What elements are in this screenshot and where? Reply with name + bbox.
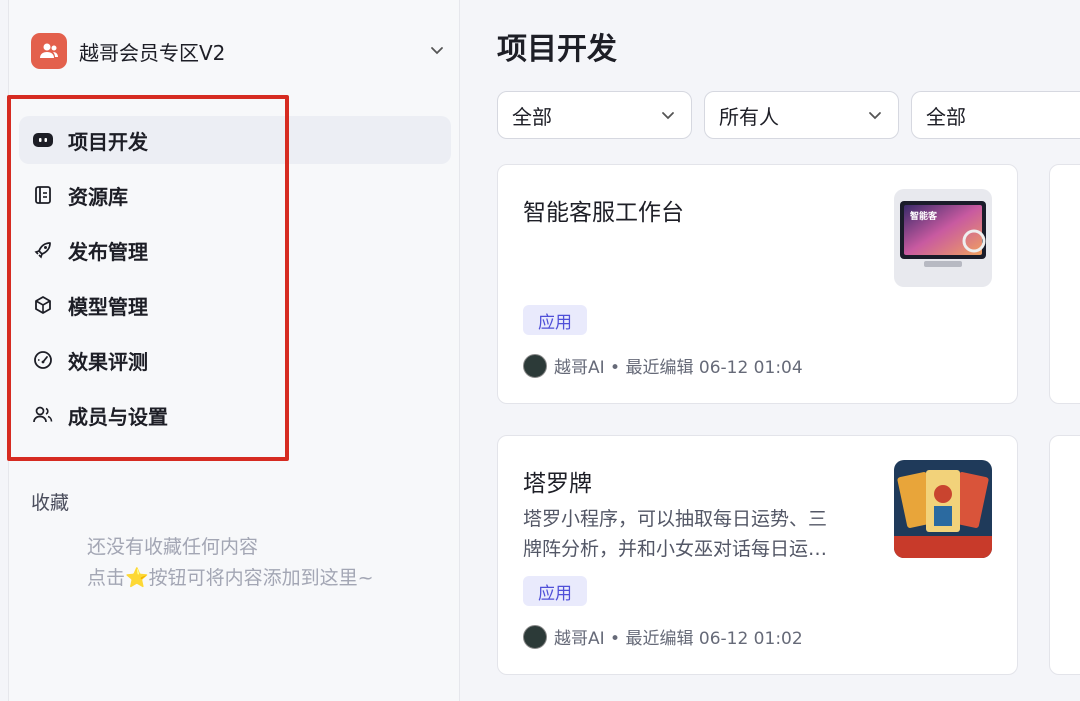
favorites-empty-state: 还没有收藏任何内容 点击⭐按钮可将内容添加到这里~ [87, 532, 374, 594]
main-content: 项目开发 全部 所有人 全部 智能客服工作台 智能客 应用 越哥AI • 最近编… [460, 0, 1080, 701]
bot-icon [31, 128, 55, 152]
favorites-title: 收藏 [31, 492, 70, 514]
avatar [523, 624, 547, 649]
card-description: 塔罗小程序，可以抽取每日运势、三 牌阵分析，并和小女巫对话每日运… [523, 504, 871, 564]
library-icon [31, 183, 55, 207]
project-card-partial[interactable] [1049, 164, 1080, 404]
type-filter[interactable]: 全部 [497, 91, 692, 139]
sidebar-item-members[interactable]: 成员与设置 [19, 391, 451, 439]
card-meta: 越哥AI • 最近编辑 06-12 01:02 [523, 624, 803, 649]
sidebar-item-label: 效果评测 [68, 349, 148, 374]
project-card-partial[interactable] [1049, 435, 1080, 675]
card-description-line: 塔罗小程序，可以抽取每日运势、三 [523, 508, 828, 530]
sidebar-item-project-dev[interactable]: 项目开发 [19, 116, 451, 164]
chevron-down-icon [869, 112, 881, 120]
chevron-down-icon [431, 47, 443, 55]
filter-value: 全部 [512, 104, 552, 129]
card-meta-text: 越哥AI • 最近编辑 06-12 01:02 [554, 629, 803, 649]
workspace-switcher[interactable]: 越哥会员专区V2 [31, 32, 451, 70]
project-card[interactable]: 智能客服工作台 智能客 应用 越哥AI • 最近编辑 06-12 01:04 [497, 164, 1018, 404]
project-card[interactable]: 塔罗牌 塔罗小程序，可以抽取每日运势、三 牌阵分析，并和小女巫对话每日运… 应用… [497, 435, 1018, 675]
card-title: 智能客服工作台 [523, 200, 684, 226]
favorites-empty-line: 还没有收藏任何内容 [87, 536, 259, 558]
rocket-icon [31, 238, 55, 262]
project-thumbnail [894, 460, 992, 558]
model-cube-icon [31, 293, 55, 317]
owner-filter[interactable]: 所有人 [704, 91, 899, 139]
favorites-empty-line: 点击⭐按钮可将内容添加到这里~ [87, 567, 374, 589]
sidebar-item-label: 项目开发 [68, 129, 148, 154]
sidebar-item-label: 资源库 [68, 184, 128, 209]
card-meta: 越哥AI • 最近编辑 06-12 01:04 [523, 353, 803, 378]
status-filter[interactable]: 全部 [911, 91, 1080, 139]
sidebar-item-label: 发布管理 [68, 239, 148, 264]
sidebar-item-evaluation[interactable]: 效果评测 [19, 336, 451, 384]
project-thumbnail: 智能客 [894, 189, 992, 287]
filter-value: 所有人 [719, 104, 779, 129]
workspace-name: 越哥会员专区V2 [79, 40, 226, 65]
card-tag: 应用 [523, 305, 587, 335]
sidebar-item-label: 模型管理 [68, 294, 148, 319]
avatar [523, 353, 547, 378]
thumbnail-text: 智能客 [910, 210, 938, 222]
filter-value: 全部 [926, 104, 966, 129]
page-title: 项目开发 [497, 32, 617, 67]
card-meta-text: 越哥AI • 最近编辑 06-12 01:04 [554, 358, 803, 378]
team-icon [31, 33, 67, 69]
card-tag: 应用 [523, 576, 587, 606]
chevron-down-icon [662, 112, 674, 120]
sidebar-item-models[interactable]: 模型管理 [19, 281, 451, 329]
sidebar-nav: 项目开发 资源库 发布管理 模型管理 效果评测 成员与设置 [19, 116, 451, 446]
sidebar-item-label: 成员与设置 [68, 404, 168, 429]
sidebar: 越哥会员专区V2 项目开发 资源库 发布管理 模型管理 效果评测 成员与设置 收… [7, 0, 460, 701]
sidebar-item-publish[interactable]: 发布管理 [19, 226, 451, 274]
gauge-icon [31, 348, 55, 372]
card-description-line: 牌阵分析，并和小女巫对话每日运… [523, 538, 828, 560]
members-icon [31, 403, 55, 427]
card-title: 塔罗牌 [523, 471, 592, 497]
sidebar-item-library[interactable]: 资源库 [19, 171, 451, 219]
